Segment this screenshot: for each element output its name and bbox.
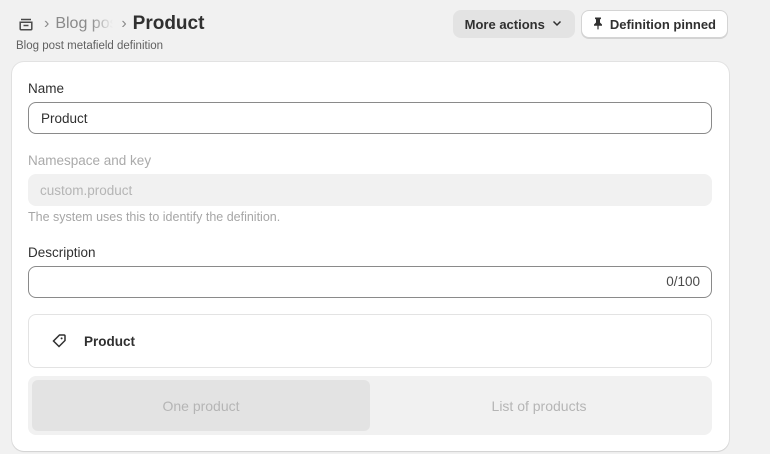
- pin-icon: [591, 16, 605, 33]
- definition-pinned-label: Definition pinned: [609, 16, 716, 32]
- description-label: Description: [28, 245, 96, 260]
- cardinality-segmented-control: One product List of products: [28, 376, 712, 435]
- character-counter: 0/100: [666, 274, 700, 289]
- metafields-icon[interactable]: [18, 15, 36, 33]
- page-title: Product: [132, 13, 205, 34]
- more-actions-button[interactable]: More actions: [452, 10, 575, 38]
- header-actions: More actions Definition pinned: [452, 10, 728, 38]
- namespace-help-text: The system uses this to identify the def…: [28, 210, 281, 224]
- name-label: Name: [28, 81, 65, 96]
- product-icon: [51, 332, 69, 350]
- namespace-key-label: Namespace and key: [28, 153, 152, 168]
- page-header: › Blog post › Product Blog post metafiel…: [16, 10, 728, 54]
- more-actions-label: More actions: [464, 16, 545, 32]
- list-of-products-option[interactable]: List of products: [370, 380, 708, 431]
- name-input[interactable]: [28, 102, 712, 134]
- page-subtitle: Blog post metafield definition: [16, 40, 164, 52]
- definition-pinned-button[interactable]: Definition pinned: [580, 10, 728, 38]
- description-input[interactable]: [29, 267, 629, 297]
- namespace-key-input: [28, 174, 712, 206]
- type-label: Product: [84, 333, 136, 349]
- breadcrumb-link-blog-post[interactable]: Blog post: [55, 15, 113, 33]
- one-product-option[interactable]: One product: [32, 380, 370, 431]
- type-selector[interactable]: Product: [28, 314, 712, 368]
- chevron-down-icon: [551, 17, 563, 32]
- definition-card: Name Namespace and key The system uses t…: [12, 62, 729, 451]
- description-field[interactable]: 0/100: [28, 266, 712, 298]
- breadcrumb-separator: ›: [44, 15, 50, 32]
- breadcrumb-separator: ›: [121, 15, 127, 32]
